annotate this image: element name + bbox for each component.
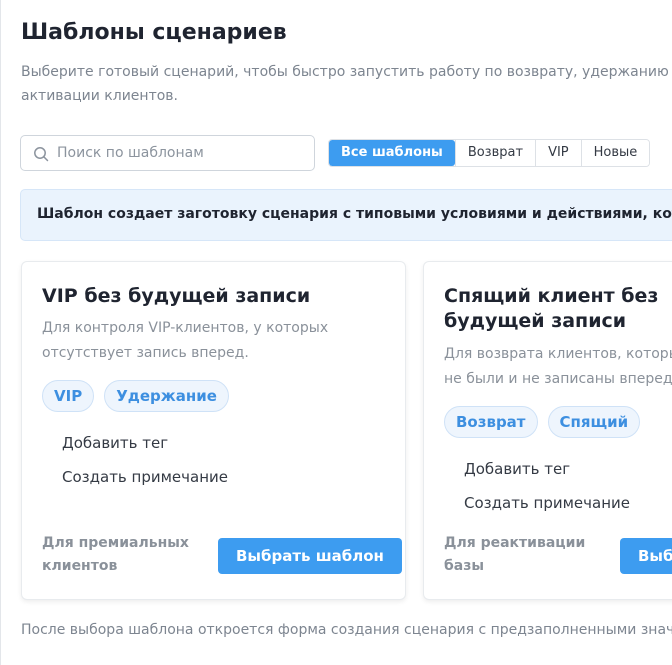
modal-title: Шаблоны сценариев	[21, 20, 287, 45]
card-description: Для возврата клиентов, которые давно не …	[444, 346, 672, 387]
modal-subtitle: Выберите готовый сценарий, чтобы быстро …	[21, 64, 672, 104]
template-card-vip: VIP без будущей записи Для контроля VIP-…	[21, 261, 406, 600]
tag: Спящий	[547, 406, 641, 438]
templates-modal: Шаблоны сценариев Выберите готовый сцена…	[0, 0, 672, 665]
tag: Удержание	[104, 380, 229, 412]
search-icon	[34, 147, 49, 162]
tag: Возврат	[444, 406, 538, 438]
card-footer-label: Для премиальных клиентов	[42, 535, 189, 574]
filter-all-templates[interactable]: Все шаблоны	[329, 140, 455, 166]
card-tags: Возврат Спящий	[444, 406, 641, 438]
search-input[interactable]	[57, 136, 307, 170]
card-action: Добавить тег	[464, 460, 571, 478]
card-action: Создать примечание	[62, 468, 228, 486]
tag: VIP	[42, 380, 95, 412]
select-template-button[interactable]: Выбрать шаблон	[620, 538, 672, 574]
card-description: Для контроля VIP-клиентов, у которых отс…	[42, 320, 329, 361]
card-footer-label: Для реактивации базы	[444, 535, 586, 574]
footer-note: После выбора шаблона откроется форма соз…	[21, 622, 672, 638]
card-title: VIP без будущей записи	[42, 285, 311, 307]
filter-new[interactable]: Новые	[580, 140, 650, 166]
info-banner: Шаблон создает заготовку сценария с типо…	[20, 189, 672, 241]
search-box[interactable]	[20, 135, 315, 171]
filter-tabs: Все шаблоны Возврат VIP Новые	[328, 139, 651, 167]
select-template-button[interactable]: Выбрать шаблон	[218, 538, 402, 574]
info-banner-text: Шаблон создает заготовку сценария с типо…	[37, 206, 672, 222]
filter-vip[interactable]: VIP	[535, 140, 581, 166]
filter-return[interactable]: Возврат	[454, 140, 536, 166]
card-title: Спящий клиент без будущей записи	[444, 285, 659, 332]
card-action: Добавить тег	[62, 434, 169, 452]
card-action: Создать примечание	[464, 494, 630, 512]
card-tags: VIP Удержание	[42, 380, 229, 412]
template-card-sleeping: Спящий клиент без будущей записи Для воз…	[423, 261, 672, 600]
